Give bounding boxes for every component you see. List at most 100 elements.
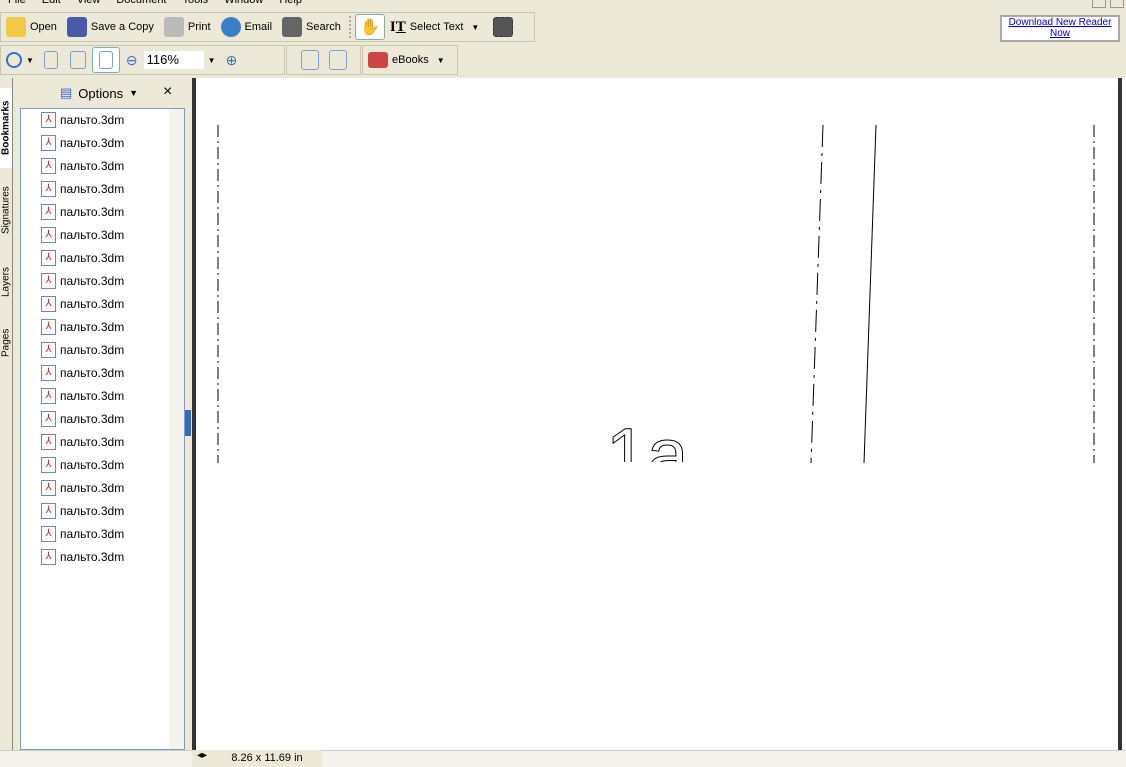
ebooks-button[interactable]: eBooks ▼: [363, 47, 454, 73]
close-panel-button[interactable]: ×: [163, 83, 172, 101]
ebooks-toolbar: eBooks ▼: [362, 45, 458, 75]
bookmark-item[interactable]: ⅄ пальто.3dm: [41, 294, 124, 314]
bookmark-label: пальто.3dm: [60, 550, 125, 564]
select-text-button[interactable]: IT Select Text ▼: [385, 14, 488, 40]
solid-line: [863, 124, 877, 464]
pdf-bookmark-icon: ⅄: [41, 319, 56, 335]
download-reader-link[interactable]: Download New Reader Now: [1000, 15, 1120, 42]
pdf-bookmark-icon: ⅄: [41, 296, 56, 312]
pdf-bookmark-icon: ⅄: [41, 434, 56, 450]
toolbar-grip: [348, 16, 352, 38]
pdf-bookmark-icon: ⅄: [41, 250, 56, 266]
drawing-page: 1a: [217, 124, 1095, 464]
options-icon: ▤: [60, 85, 73, 100]
save-copy-button[interactable]: Save a Copy: [62, 14, 159, 40]
menu-window[interactable]: Window: [216, 0, 271, 8]
search-button[interactable]: Search: [277, 14, 346, 40]
bookmark-item[interactable]: ⅄ пальто.3dm: [41, 179, 124, 199]
bookmark-item[interactable]: ⅄ пальто.3dm: [41, 271, 124, 291]
bookmark-label: пальто.3dm: [60, 389, 125, 403]
tab-pages[interactable]: Pages: [0, 318, 12, 368]
tab-signatures[interactable]: Signatures: [0, 174, 12, 246]
ebooks-label: eBooks: [392, 54, 429, 66]
binoculars-icon: [282, 17, 303, 37]
bookmark-label: пальто.3dm: [60, 228, 125, 242]
bookmark-item[interactable]: ⅄ пальто.3dm: [41, 248, 124, 268]
restore-button[interactable]: [1110, 0, 1124, 8]
pdf-bookmark-icon: ⅄: [41, 112, 56, 128]
menu-tools[interactable]: Tools: [175, 0, 217, 8]
ebooks-icon: [368, 52, 388, 68]
options-menu[interactable]: ▤ Options ▼: [60, 85, 138, 101]
bookmark-item[interactable]: ⅄ пальто.3dm: [41, 225, 124, 245]
zoom-dropdown-icon[interactable]: ▼: [208, 56, 216, 65]
bookmark-item[interactable]: ⅄ пальто.3dm: [41, 547, 124, 567]
pdf-bookmark-icon: ⅄: [41, 365, 56, 381]
menu-document[interactable]: Document: [108, 0, 174, 8]
pdf-bookmark-icon: ⅄: [41, 158, 56, 174]
bookmark-label: пальто.3dm: [60, 136, 125, 150]
bookmark-item[interactable]: ⅄ пальто.3dm: [41, 455, 124, 475]
zoom-input[interactable]: 116%: [143, 51, 204, 69]
bookmark-item[interactable]: ⅄ пальто.3dm: [41, 478, 124, 498]
pdf-bookmark-icon: ⅄: [41, 273, 56, 289]
panel-splitter-handle[interactable]: [185, 410, 191, 436]
bookmark-label: пальто.3dm: [60, 504, 125, 518]
fit-width-icon: [98, 51, 113, 69]
hand-tool-button[interactable]: ✋: [354, 14, 385, 40]
rotate-clockwise-icon[interactable]: [300, 50, 319, 70]
bookmark-item[interactable]: ⅄ пальто.3dm: [41, 363, 124, 383]
tab-layers[interactable]: Layers: [0, 256, 12, 308]
minimize-button[interactable]: [1092, 0, 1106, 8]
dropdown-arrow-icon[interactable]: ▼: [437, 56, 445, 65]
bookmark-item[interactable]: ⅄ пальто.3dm: [41, 409, 124, 429]
menu-edit[interactable]: Edit: [34, 0, 69, 8]
bookmark-label: пальто.3dm: [60, 320, 125, 334]
bookmark-item[interactable]: ⅄ пальто.3dm: [41, 524, 124, 544]
pdf-bookmark-icon: ⅄: [41, 503, 56, 519]
dropdown-arrow-icon: ▼: [129, 88, 139, 98]
panel-horizontal-scrollbar[interactable]: [0, 750, 192, 767]
fit-width-button[interactable]: [91, 47, 120, 73]
bookmark-label: пальто.3dm: [60, 366, 125, 380]
tab-bookmarks[interactable]: Bookmarks: [0, 88, 12, 168]
open-button[interactable]: Open: [1, 14, 62, 40]
bookmark-item[interactable]: ⅄ пальто.3dm: [41, 156, 124, 176]
bookmark-item[interactable]: ⅄ пальто.3dm: [41, 202, 124, 222]
snapshot-button[interactable]: [488, 14, 518, 40]
menu-help[interactable]: Help: [271, 0, 310, 8]
page-size-status: 8.26 x 11.69 in: [231, 752, 303, 764]
bookmark-item[interactable]: ⅄ пальто.3dm: [41, 340, 124, 360]
navigation-tabs: Bookmarks Signatures Layers Pages: [0, 78, 13, 750]
zoom-out-icon[interactable]: ⊖: [126, 52, 138, 69]
menu-file[interactable]: File: [0, 0, 34, 8]
fit-page-icon[interactable]: [69, 51, 86, 69]
actual-size-icon[interactable]: [43, 51, 58, 69]
zoom-toolbar: ▼ ⊖ 116% ▼ ⊕: [0, 45, 285, 75]
bookmark-scrollbar[interactable]: [169, 109, 184, 749]
email-icon: [220, 17, 241, 37]
split-icon[interactable]: ◂▸: [192, 750, 212, 767]
dropdown-arrow-icon[interactable]: ▼: [26, 56, 34, 65]
document-horizontal-scrollbar[interactable]: [322, 750, 1126, 767]
bookmark-item[interactable]: ⅄ пальто.3dm: [41, 133, 124, 153]
bookmark-item[interactable]: ⅄ пальто.3dm: [41, 386, 124, 406]
download-reader-text[interactable]: Download New Reader Now: [1009, 17, 1112, 39]
bookmark-label: пальто.3dm: [60, 343, 125, 357]
email-button[interactable]: Email: [216, 14, 278, 40]
bookmarks-panel: ▤ Options ▼ × ⅄ пальто.3dm ⅄ пальто.3dm ⅄ пал…: [13, 78, 185, 750]
bookmark-label: пальто.3dm: [60, 274, 125, 288]
print-button[interactable]: Print: [159, 14, 216, 40]
bookmark-item[interactable]: ⅄ пальто.3dm: [41, 317, 124, 337]
zoom-in-icon[interactable]: ⊕: [226, 52, 238, 69]
menu-view[interactable]: View: [69, 0, 109, 8]
rotate-counterclockwise-icon[interactable]: [328, 50, 347, 70]
bookmark-item[interactable]: ⅄ пальто.3dm: [41, 110, 124, 130]
document-view: 1a: [192, 78, 1126, 750]
bookmark-item[interactable]: ⅄ пальто.3dm: [41, 432, 124, 452]
zoom-in-tool-icon[interactable]: [6, 52, 22, 68]
bookmark-label: пальто.3dm: [60, 435, 125, 449]
dropdown-arrow-icon[interactable]: ▼: [471, 23, 479, 32]
folder-icon: [6, 17, 26, 37]
bookmark-item[interactable]: ⅄ пальто.3dm: [41, 501, 124, 521]
